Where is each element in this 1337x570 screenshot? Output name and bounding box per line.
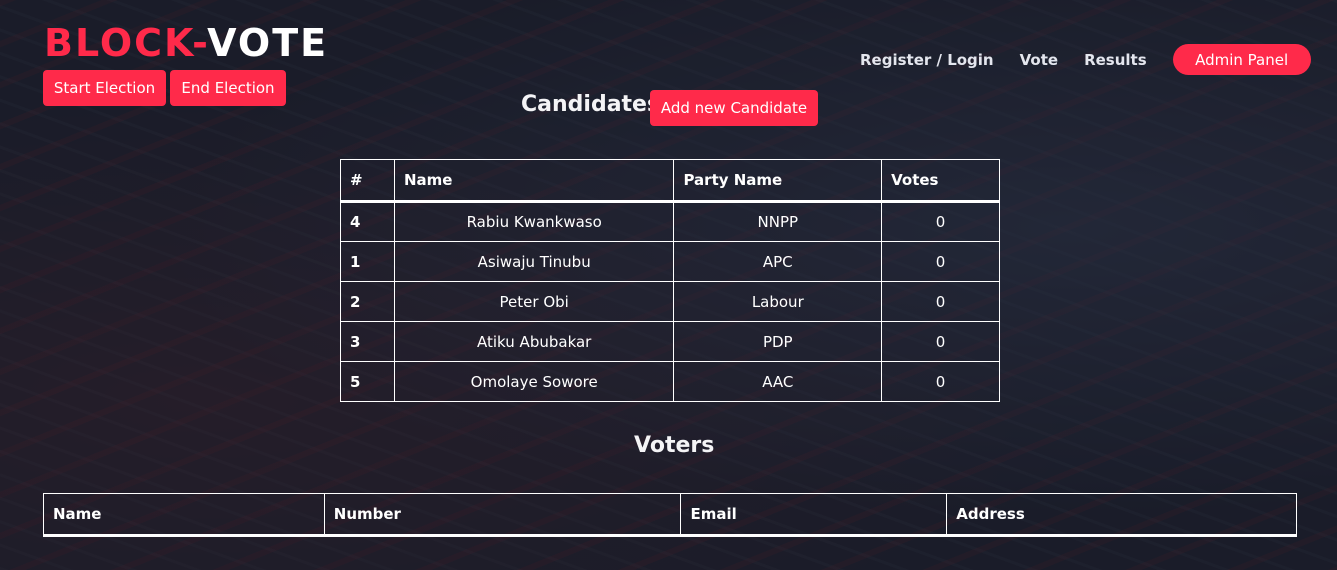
candidates-title: Candidates	[521, 92, 661, 117]
candidate-name: Atiku Abubakar	[393, 321, 675, 362]
brand-part2: VOTE	[207, 21, 329, 65]
table-row: 1 Asiwaju Tinubu APC 0	[340, 241, 1000, 282]
candidate-id: 1	[340, 241, 395, 282]
add-candidate-button[interactable]: Add new Candidate	[650, 90, 818, 126]
candidate-name: Omolaye Sowore	[393, 361, 675, 402]
column-header-votes: Votes	[881, 159, 1000, 202]
nav-vote[interactable]: Vote	[1020, 45, 1058, 75]
column-header-party: Party Name	[673, 159, 883, 202]
end-election-button[interactable]: End Election	[170, 70, 286, 106]
candidate-name: Peter Obi	[393, 281, 675, 322]
candidate-votes: 0	[881, 241, 1000, 282]
candidate-id: 3	[340, 321, 395, 362]
nav-results[interactable]: Results	[1084, 45, 1147, 75]
candidate-party: PDP	[673, 321, 883, 362]
candidates-table: # Name Party Name Votes 4 Rabiu Kwankwas…	[340, 159, 1000, 402]
table-row: 3 Atiku Abubakar PDP 0	[340, 321, 1000, 362]
brand-part1: BLOCK-	[44, 21, 208, 65]
column-header-voter-email: Email	[680, 493, 948, 536]
voters-table: Name Number Email Address	[43, 493, 1297, 537]
table-header-row: # Name Party Name Votes	[340, 159, 1000, 202]
candidate-party: NNPP	[673, 201, 883, 242]
column-header-name: Name	[393, 159, 675, 202]
column-header-voter-number: Number	[323, 493, 682, 536]
candidate-id: 5	[340, 361, 395, 402]
nav-register-login[interactable]: Register / Login	[860, 45, 994, 75]
candidate-party: Labour	[673, 281, 883, 322]
candidate-id: 4	[340, 201, 395, 242]
candidate-id: 2	[340, 281, 395, 322]
voters-title: Voters	[634, 433, 715, 458]
candidate-votes: 0	[881, 201, 1000, 242]
candidate-votes: 0	[881, 281, 1000, 322]
top-nav: Register / Login Vote Results Admin Pane…	[860, 44, 1311, 75]
candidate-party: AAC	[673, 361, 883, 402]
column-header-id: #	[340, 159, 395, 202]
table-row: 2 Peter Obi Labour 0	[340, 281, 1000, 322]
admin-panel-button[interactable]: Admin Panel	[1172, 44, 1311, 75]
column-header-voter-address: Address	[946, 493, 1297, 536]
column-header-voter-name: Name	[43, 493, 325, 536]
table-row: 4 Rabiu Kwankwaso NNPP 0	[340, 201, 1000, 242]
candidate-name: Rabiu Kwankwaso	[393, 201, 675, 242]
candidate-name: Asiwaju Tinubu	[393, 241, 675, 282]
candidate-votes: 0	[881, 321, 1000, 362]
brand-logo[interactable]: BLOCK-VOTE	[44, 21, 328, 65]
candidate-party: APC	[673, 241, 883, 282]
table-header-row: Name Number Email Address	[43, 493, 1297, 536]
start-election-button[interactable]: Start Election	[43, 70, 166, 106]
candidate-votes: 0	[881, 361, 1000, 402]
table-row: 5 Omolaye Sowore AAC 0	[340, 361, 1000, 402]
